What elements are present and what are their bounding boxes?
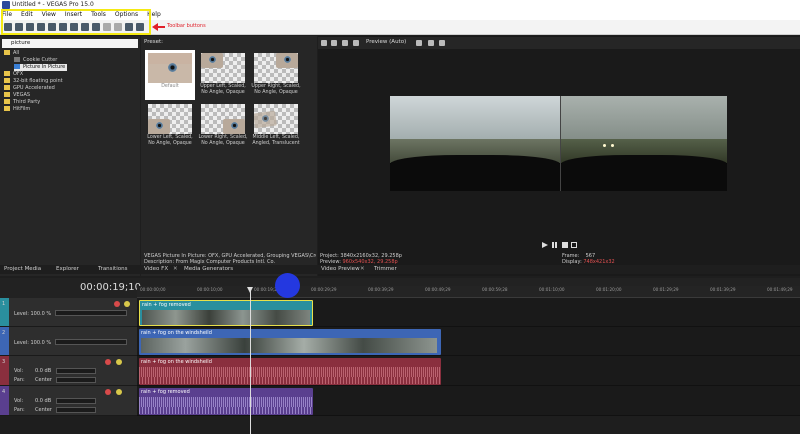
fx-icon <box>14 57 20 62</box>
clip-rain-fog-windshield-audio[interactable]: rain + fog on the windsheild <box>139 358 441 385</box>
copy-snapshot-icon[interactable] <box>428 40 434 46</box>
stop-icon[interactable] <box>562 242 568 248</box>
tree-item-gpu[interactable]: GPU Accelerated <box>4 85 55 92</box>
tree-item-vegas[interactable]: VEGAS <box>4 92 30 99</box>
clip-rain-fog-removed-audio[interactable]: rain + fog removed <box>139 388 313 415</box>
mute-icon[interactable] <box>105 389 111 395</box>
window-title: Untitled * - VEGAS Pro 15.0 <box>12 1 94 8</box>
folder-icon <box>4 85 10 90</box>
volume-slider[interactable] <box>56 368 96 374</box>
pause-icon[interactable] <box>552 242 554 248</box>
volume-slider[interactable] <box>56 398 96 404</box>
video-preview-frame <box>390 96 727 191</box>
preset-lower-left[interactable]: Lower Left, Scaled, No Angle, Opaque <box>145 102 195 152</box>
timeline-ruler[interactable]: 00:00:00;00 00:00:10;00 00:00:19;29 00:0… <box>137 286 800 298</box>
presets-header: Preset: <box>144 39 164 45</box>
playhead-cursor[interactable] <box>250 290 251 434</box>
annotation-arrow-icon <box>152 23 158 31</box>
track-lane-4: rain + fog removed <box>137 386 800 416</box>
solo-icon[interactable] <box>116 389 122 395</box>
tree-item-all[interactable]: All <box>4 50 19 57</box>
tree-item-cookie-cutter[interactable]: Cookie Cutter <box>14 57 57 64</box>
preview-tab-bar: Video Preview ✕ Trimmer <box>318 265 800 274</box>
tab-transitions[interactable]: Transitions <box>98 265 127 274</box>
folder-icon <box>4 99 10 104</box>
preview-main-image <box>390 96 560 191</box>
fx-search-input[interactable]: picture <box>2 39 138 48</box>
track-header-video-1[interactable]: 1 Level: 100.0 % <box>0 298 137 327</box>
clip-rain-fog-removed-video[interactable]: rain + fog removed <box>139 300 313 326</box>
track-header-video-2[interactable]: 2 Level: 100.0 % <box>0 327 137 356</box>
tab-project-media[interactable]: Project Media <box>4 265 41 274</box>
preview-pip-image <box>560 96 727 191</box>
folder-icon <box>4 50 10 55</box>
pan-slider[interactable] <box>56 407 96 413</box>
track-lane-3: rain + fog on the windsheild <box>137 356 800 386</box>
preview-toolbar: Preview (Auto) <box>318 37 800 49</box>
folder-icon <box>4 92 10 97</box>
preset-upper-left[interactable]: Upper Left, Scaled, No Angle, Opaque <box>198 50 248 100</box>
fx-icon[interactable] <box>342 40 348 46</box>
fx-icon <box>14 64 20 69</box>
folder-icon <box>4 78 10 83</box>
solo-icon[interactable] <box>124 301 130 307</box>
overlays-icon[interactable] <box>416 40 422 46</box>
toolbar-highlight-box <box>1 9 151 35</box>
pause-icon-bar <box>555 242 557 248</box>
split-screen-icon[interactable] <box>353 40 359 46</box>
track-header-audio-4[interactable]: 4 Vol: 0.0 dB Pan: Center <box>0 386 137 416</box>
mute-icon[interactable] <box>114 301 120 307</box>
tree-item-third-party[interactable]: Third Party <box>4 99 40 106</box>
tab-video-fx[interactable]: Video FX <box>144 265 168 274</box>
preset-upper-right[interactable]: Upper Right, Scaled, No Angle, Opaque <box>251 50 301 100</box>
tab-video-preview[interactable]: Video Preview <box>321 265 360 274</box>
track-lane-1: rain + fog removed <box>137 298 800 327</box>
folder-icon <box>4 71 10 76</box>
track-header-audio-3[interactable]: 3 Vol: 0.0 dB Pan: Center <box>0 356 137 386</box>
close-icon[interactable]: ✕ <box>173 265 178 274</box>
tree-item-picture-in-picture[interactable]: Picture In Picture <box>14 64 68 71</box>
vegas-app-icon <box>2 1 10 9</box>
project-info: Project: 3840x2160x32, 29.258p Preview: … <box>320 253 402 265</box>
video-output-icon[interactable] <box>331 40 337 46</box>
close-icon[interactable]: ✕ <box>360 265 365 274</box>
tree-item-32bit[interactable]: 32-bit floating point <box>4 78 63 85</box>
preset-default[interactable]: Default <box>145 50 195 100</box>
preset-lower-right[interactable]: Lower Right, Scaled, No Angle, Opaque <box>198 102 248 152</box>
frame-info: Frame: 567 Display: 748x421x32 <box>562 253 615 265</box>
solo-icon[interactable] <box>116 359 122 365</box>
tab-media-generators[interactable]: Media Generators <box>184 265 233 274</box>
level-slider[interactable] <box>55 310 127 316</box>
clip-rain-fog-windshield-video[interactable]: rain + fog on the windsheild <box>139 329 441 355</box>
pan-slider[interactable] <box>56 377 96 383</box>
preview-quality-dropdown[interactable]: Preview (Auto) <box>366 39 406 45</box>
tree-item-hitfilm[interactable]: HitFilm <box>4 106 30 113</box>
tab-trimmer[interactable]: Trimmer <box>374 265 397 274</box>
play-icon[interactable] <box>542 242 548 248</box>
timeline-footer <box>0 416 800 434</box>
mouse-click-indicator <box>275 273 300 298</box>
tab-explorer[interactable]: Explorer <box>56 265 79 274</box>
timeline-timecode: 00:00:19;10 <box>80 282 142 293</box>
preview-transport <box>540 241 580 249</box>
annotation-label: Toolbar buttons <box>167 23 206 29</box>
left-tab-bar: Project Media Explorer Transitions <box>0 265 140 274</box>
gear-icon[interactable] <box>321 40 327 46</box>
loop-icon[interactable] <box>571 242 577 248</box>
mute-icon[interactable] <box>105 359 111 365</box>
track-lane-2: rain + fog on the windsheild <box>137 327 800 356</box>
folder-icon <box>4 106 10 111</box>
save-snapshot-icon[interactable] <box>439 40 445 46</box>
level-slider[interactable] <box>55 339 127 345</box>
tree-item-ofx[interactable]: OFX <box>4 71 23 78</box>
preset-middle-left[interactable]: Middle Left, Scaled, Angled, Translucent <box>251 102 301 152</box>
